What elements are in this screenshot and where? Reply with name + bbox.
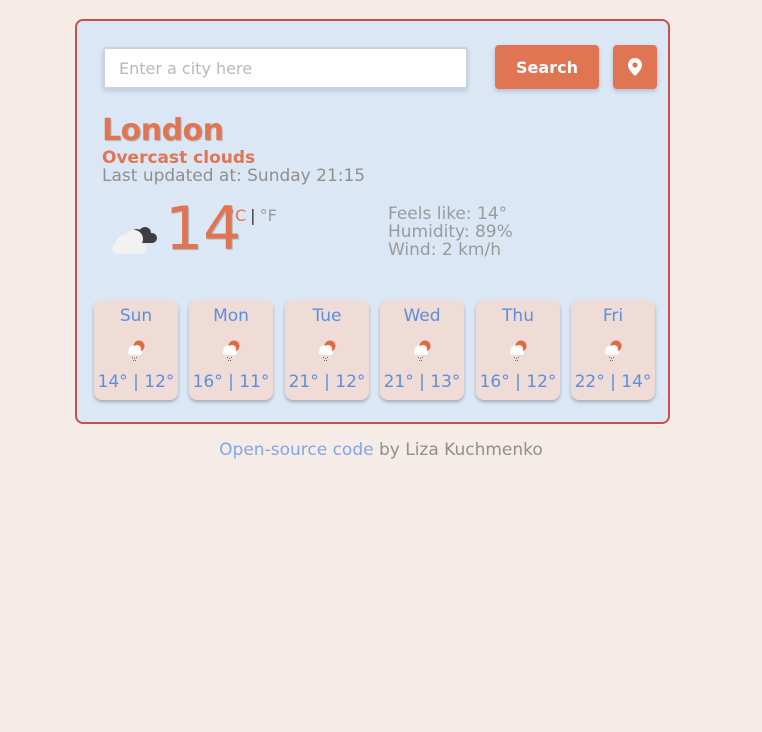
forecast-temps: 22° | 14° <box>574 372 652 392</box>
fahrenheit-link[interactable]: °F <box>260 206 277 225</box>
rain-sun-cloud-icon <box>319 340 336 361</box>
wind: Wind: 2 km/h <box>388 240 501 260</box>
forecast-day: Tue 21° | 12° <box>285 300 369 400</box>
search-button[interactable]: Search <box>495 45 599 89</box>
forecast-temps: 14° | 12° <box>97 372 175 392</box>
feels-like: Feels like: 14° <box>388 204 508 224</box>
weather-card: Search London Overcast clouds Last updat… <box>75 19 670 424</box>
forecast-day: Fri 22° | 14° <box>571 300 655 400</box>
last-updated: Last updated at: Sunday 21:15 <box>102 166 366 186</box>
weather-details: Feels like: 14° Humidity: 89% Wind: 2 km… <box>388 205 513 259</box>
forecast-temps: 21° | 13° <box>383 372 461 392</box>
unit-toggle: °C | °F <box>227 206 277 225</box>
forecast-day-name: Thu <box>502 306 534 326</box>
rain-sun-cloud-icon <box>510 340 527 361</box>
humidity: Humidity: 89% <box>388 222 513 242</box>
forecast-day: Mon 16° | 11° <box>189 300 273 400</box>
city-search-input[interactable] <box>103 47 468 89</box>
forecast-day: Wed 21° | 13° <box>380 300 464 400</box>
celsius-link[interactable]: °C <box>227 206 246 225</box>
forecast-day: Thu 16° | 12° <box>476 300 560 400</box>
forecast-day-name: Fri <box>602 306 624 326</box>
rain-sun-cloud-icon <box>128 340 145 361</box>
current-location-button[interactable] <box>613 45 657 89</box>
forecast-day-name: Wed <box>403 306 441 326</box>
forecast-day-name: Mon <box>213 306 249 326</box>
forecast-temps: 21° | 12° <box>288 372 366 392</box>
weather-description: Overcast clouds <box>102 148 256 168</box>
rain-sun-cloud-icon <box>605 340 622 361</box>
forecast-day: Sun 14° | 12° <box>94 300 178 400</box>
open-source-link[interactable]: Open-source code <box>219 440 373 460</box>
footer: Open-source code by Liza Kuchmenko <box>0 440 762 460</box>
forecast-temps: 16° | 11° <box>192 372 270 392</box>
rain-sun-cloud-icon <box>414 340 431 361</box>
overcast-clouds-icon <box>112 227 157 254</box>
forecast-day-name: Tue <box>312 306 342 326</box>
map-pin-icon <box>628 58 642 76</box>
forecast-day-name: Sun <box>119 306 153 326</box>
rain-sun-cloud-icon <box>223 340 240 361</box>
city-name: London <box>102 113 224 148</box>
forecast-temps: 16° | 12° <box>479 372 557 392</box>
unit-separator: | <box>250 206 256 225</box>
author-credit: by Liza Kuchmenko <box>373 440 543 460</box>
